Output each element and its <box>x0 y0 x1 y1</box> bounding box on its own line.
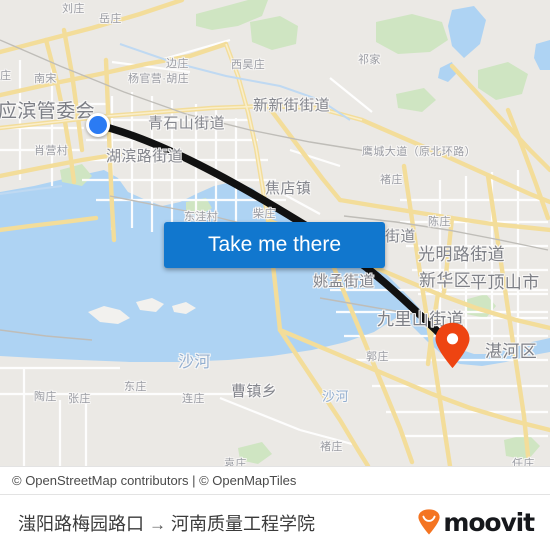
moovit-map-screenshot: 刘庄 岳庄庄南宋 杨官营·胡庄 边庄 西昊庄 祁家 新新街街道 应滨管委会 青石山街道 肖营村 湖滨… <box>0 0 550 550</box>
map-attribution-bar: © OpenStreetMap contributors | © OpenMap… <box>0 466 550 495</box>
map-canvas[interactable]: 刘庄 岳庄庄南宋 杨官营·胡庄 边庄 西昊庄 祁家 新新街街道 应滨管委会 青石山街道 肖营村 湖滨… <box>0 0 550 466</box>
route-destination-label: 河南质量工程学院 <box>171 514 315 534</box>
moovit-wordmark: moovit <box>443 507 535 537</box>
take-me-there-button[interactable]: Take me there <box>164 222 385 268</box>
footer-bar: 滍阳路梅园路口 → 河南质量工程学院 moovit <box>0 496 550 550</box>
attribution-text[interactable]: © OpenStreetMap contributors | © OpenMap… <box>12 473 296 488</box>
map-pin-icon <box>435 322 470 368</box>
origin-marker-dot[interactable] <box>86 113 110 137</box>
route-summary: 滍阳路梅园路口 → 河南质量工程学院 <box>18 510 315 536</box>
moovit-logo[interactable]: moovit <box>417 507 535 537</box>
route-origin-label: 滍阳路梅园路口 <box>18 514 144 534</box>
moovit-pin-icon <box>418 509 440 535</box>
destination-marker-pin[interactable] <box>434 322 471 369</box>
route-arrow-icon: → <box>149 515 166 534</box>
